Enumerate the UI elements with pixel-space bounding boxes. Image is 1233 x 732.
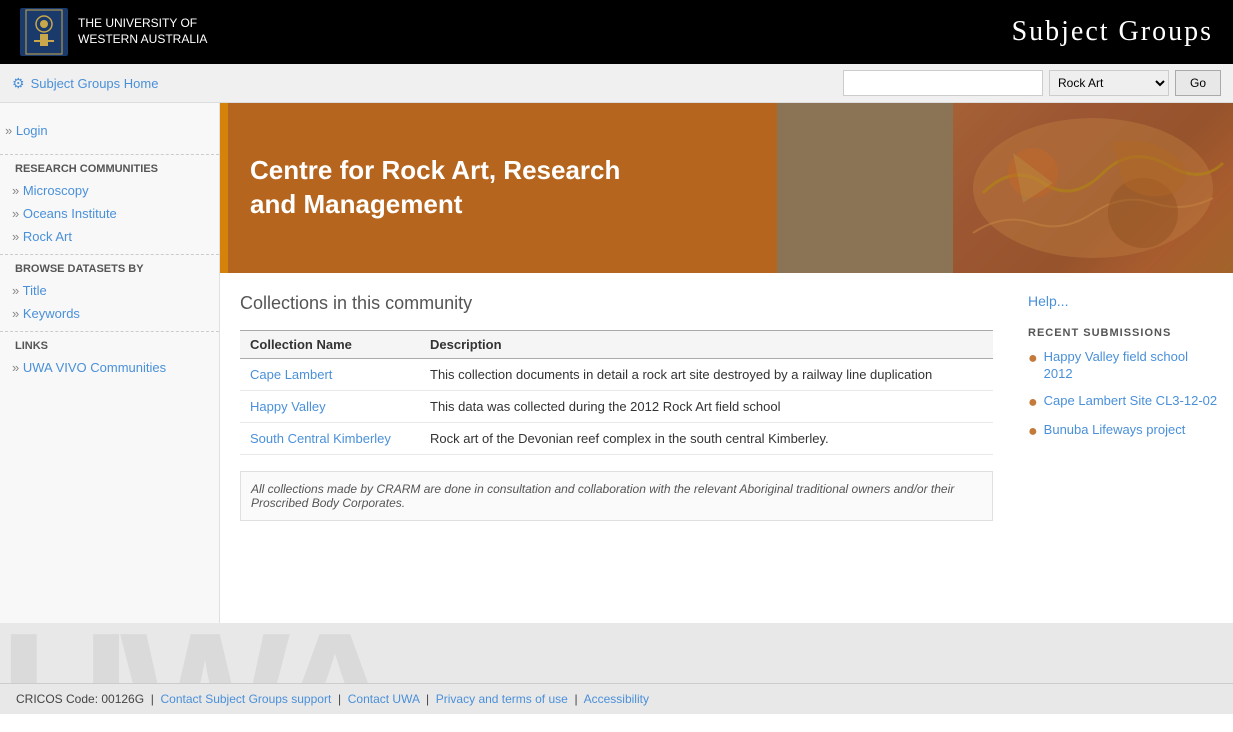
recent-item-0: ● Happy Valley field school 2012 <box>1028 349 1218 383</box>
sidebar-item-microscopy[interactable]: Microscopy <box>0 179 219 202</box>
collection-desc-2: Rock art of the Devonian reef complex in… <box>420 423 993 455</box>
collections-note: All collections made by CRARM are done i… <box>240 471 993 521</box>
banner: Centre for Rock Art, Research and Manage… <box>220 103 1233 273</box>
sidebar: Login RESEARCH COMMUNITIES Microscopy Oc… <box>0 103 220 623</box>
sidebar-item-keywords[interactable]: Keywords <box>0 302 219 325</box>
recent-bullet-icon: ● <box>1028 422 1038 441</box>
col-name-header: Collection Name <box>240 331 420 359</box>
recent-item-1: ● Cape Lambert Site CL3-12-02 <box>1028 393 1218 412</box>
header-logo: THE UNIVERSITY OF WESTERN AUSTRALIA <box>20 8 207 56</box>
right-panel: Help... RECENT SUBMISSIONS ● Happy Valle… <box>1013 273 1233 541</box>
sidebar-login[interactable]: Login <box>0 113 219 148</box>
collection-desc-1: This data was collected during the 2012 … <box>420 391 993 423</box>
banner-image <box>953 103 1233 273</box>
recent-bullet-icon: ● <box>1028 393 1038 412</box>
uwa-crest-icon <box>20 8 68 56</box>
banner-text: Centre for Rock Art, Research and Manage… <box>220 154 620 222</box>
header: THE UNIVERSITY OF WESTERN AUSTRALIA Subj… <box>0 0 1233 64</box>
main-layout: Login RESEARCH COMMUNITIES Microscopy Oc… <box>0 103 1233 623</box>
watermark: UWA <box>0 623 390 683</box>
breadcrumb-left: ⚙ Subject Groups Home <box>12 75 158 92</box>
sidebar-item-rock-art[interactable]: Rock Art <box>0 225 219 248</box>
content: Centre for Rock Art, Research and Manage… <box>220 103 1233 623</box>
collection-name-2[interactable]: South Central Kimberley <box>240 423 420 455</box>
recent-bullet-icon: ● <box>1028 349 1038 368</box>
collections-table: Collection Name Description Cape Lambert… <box>240 330 993 455</box>
search-input[interactable] <box>843 70 1043 96</box>
sidebar-item-title[interactable]: Title <box>0 279 219 302</box>
breadcrumb-bar: ⚙ Subject Groups Home Rock Art Title Key… <box>0 64 1233 103</box>
breadcrumb-link[interactable]: Subject Groups Home <box>31 76 159 91</box>
sidebar-item-uwa-vivo[interactable]: UWA VIVO Communities <box>0 356 219 379</box>
col-desc-header: Description <box>420 331 993 359</box>
table-row: South Central Kimberley Rock art of the … <box>240 423 993 455</box>
collection-name-0[interactable]: Cape Lambert <box>240 359 420 391</box>
recent-submissions-label: RECENT SUBMISSIONS <box>1028 327 1218 339</box>
footer: CRICOS Code: 00126G | Contact Subject Gr… <box>0 683 1233 714</box>
sidebar-research-communities-label: RESEARCH COMMUNITIES <box>0 154 219 179</box>
recent-item-2: ● Bunuba Lifeways project <box>1028 422 1218 441</box>
table-row: Happy Valley This data was collected dur… <box>240 391 993 423</box>
banner-title: Centre for Rock Art, Research and Manage… <box>250 154 620 222</box>
search-select[interactable]: Rock Art Title Keywords All <box>1049 70 1169 96</box>
site-title: Subject Groups <box>1012 16 1213 48</box>
search-area: Rock Art Title Keywords All Go <box>843 70 1221 96</box>
uwa-title: THE UNIVERSITY OF WESTERN AUSTRALIA <box>78 16 207 47</box>
collections-title: Collections in this community <box>240 293 993 314</box>
cricos-text: CRICOS Code: 00126G <box>16 692 144 706</box>
contact-subject-link[interactable]: Contact Subject Groups support <box>161 692 332 706</box>
recent-link-0[interactable]: Happy Valley field school 2012 <box>1044 349 1218 383</box>
table-row: Cape Lambert This collection documents i… <box>240 359 993 391</box>
footer-bg: UWA <box>0 623 1233 683</box>
recent-link-1[interactable]: Cape Lambert Site CL3-12-02 <box>1044 393 1217 410</box>
help-link[interactable]: Help... <box>1028 293 1218 309</box>
accessibility-link[interactable]: Accessibility <box>584 692 649 706</box>
collection-name-1[interactable]: Happy Valley <box>240 391 420 423</box>
privacy-link[interactable]: Privacy and terms of use <box>436 692 568 706</box>
collection-desc-0: This collection documents in detail a ro… <box>420 359 993 391</box>
sidebar-links-label: LINKS <box>0 331 219 356</box>
sidebar-item-oceans-institute[interactable]: Oceans Institute <box>0 202 219 225</box>
sidebar-browse-datasets-label: BROWSE DATASETS BY <box>0 254 219 279</box>
go-button[interactable]: Go <box>1175 70 1221 96</box>
contact-uwa-link[interactable]: Contact UWA <box>348 692 420 706</box>
recent-link-2[interactable]: Bunuba Lifeways project <box>1044 422 1186 439</box>
home-icon: ⚙ <box>12 75 25 92</box>
content-row: Collections in this community Collection… <box>220 273 1233 541</box>
collections-section: Collections in this community Collection… <box>220 273 1013 541</box>
